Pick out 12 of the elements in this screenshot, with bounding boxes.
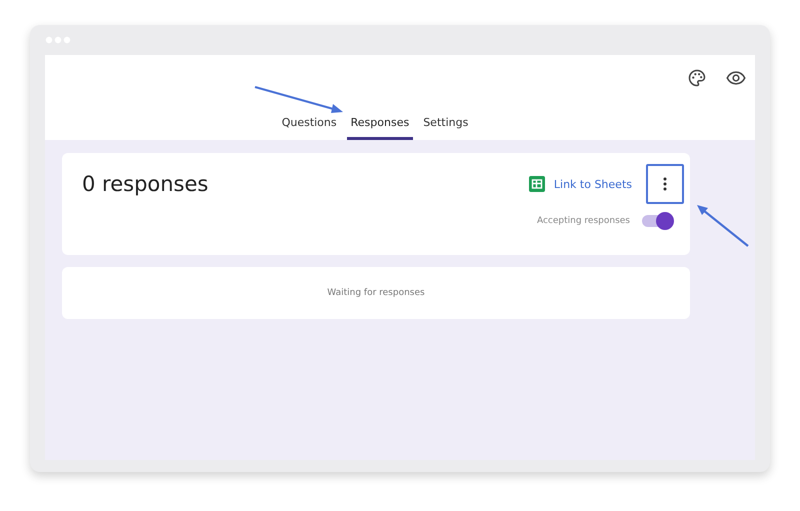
tab[interactable]: Settings	[419, 110, 472, 140]
responses-count: 0 responses	[82, 172, 208, 196]
sheets-icon	[528, 176, 545, 192]
tab[interactable]: Responses	[346, 110, 414, 140]
palette-icon[interactable]	[687, 68, 707, 88]
more-options-button[interactable]	[646, 164, 684, 204]
annotation-arrow	[695, 203, 751, 249]
accepting-responses-label: Accepting responses	[536, 216, 630, 226]
tab[interactable]: Questions	[278, 110, 341, 140]
more-vertical-icon	[663, 177, 667, 191]
link-to-sheets-link[interactable]: Link to Sheets	[528, 176, 632, 192]
waiting-message: Waiting for responses	[327, 288, 425, 298]
